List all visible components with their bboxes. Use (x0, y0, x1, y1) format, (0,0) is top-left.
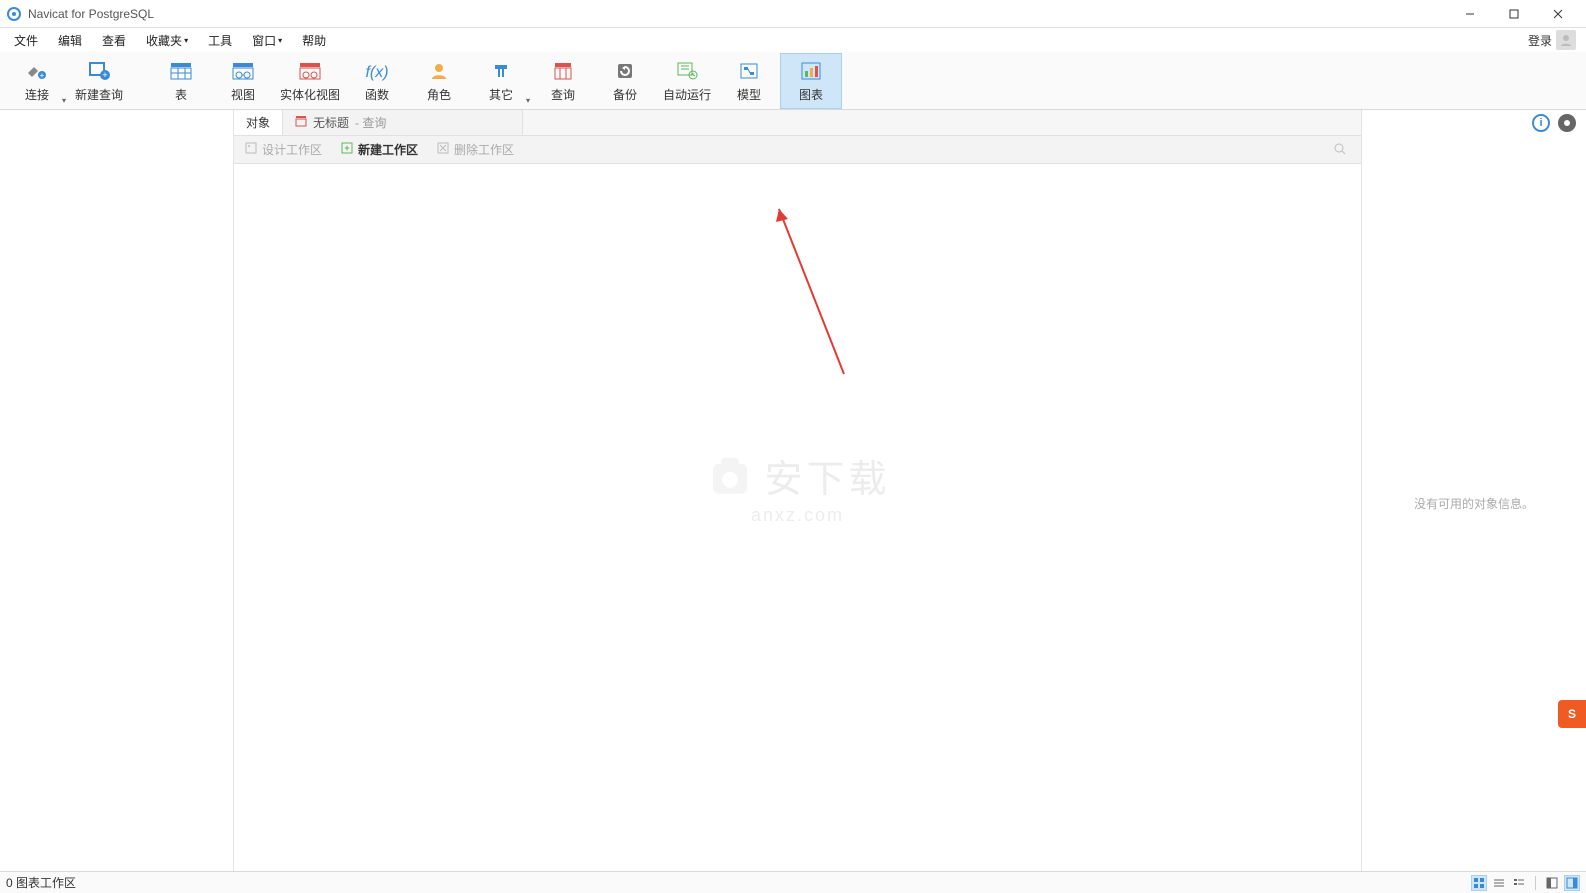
design-icon (244, 141, 258, 158)
toolbar-function[interactable]: f(x) 函数 (346, 53, 408, 109)
toolbar-connect[interactable]: + 连接 ▾ (6, 53, 68, 109)
avatar-icon (1556, 30, 1576, 50)
query-tab-icon (295, 115, 307, 130)
workspace-content: 安下载 anxz.com (234, 164, 1361, 871)
table-icon (167, 58, 195, 84)
backup-icon (611, 58, 639, 84)
view-grid-icon[interactable] (1471, 875, 1487, 891)
toolbar-chart[interactable]: 图表 (780, 53, 842, 109)
login-label: 登录 (1528, 32, 1552, 49)
tabs-row: 对象 无标题 - 查询 (234, 110, 1361, 136)
query-icon (549, 58, 577, 84)
autorun-icon (673, 58, 701, 84)
tab-untitled-query[interactable]: 无标题 - 查询 (283, 110, 523, 135)
design-workspace-button[interactable]: 设计工作区 (240, 139, 326, 160)
menu-favorites[interactable]: 收藏夹▾ (136, 29, 198, 52)
statusbar-view-icons (1471, 875, 1580, 891)
menu-file[interactable]: 文件 (4, 29, 48, 52)
toolbar-query[interactable]: 查询 (532, 53, 594, 109)
center-panel: 对象 无标题 - 查询 设计工作区 + 新建工作区 删除工作区 (234, 110, 1362, 871)
menu-window[interactable]: 窗口▾ (242, 29, 292, 52)
workspace-toolbar: 设计工作区 + 新建工作区 删除工作区 (234, 136, 1361, 164)
toolbar-table[interactable]: 表 (150, 53, 212, 109)
role-icon (425, 58, 453, 84)
other-icon (487, 58, 515, 84)
toolbar-role[interactable]: 角色 (408, 53, 470, 109)
svg-text:+: + (344, 143, 349, 153)
svg-text:f(x): f(x) (365, 64, 388, 81)
chevron-down-icon: ▾ (526, 96, 530, 105)
menu-tools[interactable]: 工具 (198, 29, 242, 52)
view-icon (229, 58, 257, 84)
toolbar-backup[interactable]: 备份 (594, 53, 656, 109)
info-sidebar-header: i (1362, 110, 1586, 136)
delete-icon (436, 141, 450, 158)
menu-edit[interactable]: 编辑 (48, 29, 92, 52)
connections-sidebar[interactable] (0, 110, 234, 871)
view-detail-icon[interactable] (1511, 875, 1527, 891)
toolbar-autorun[interactable]: 自动运行 (656, 53, 718, 109)
toolbar-view[interactable]: 视图 (212, 53, 274, 109)
svg-text:+: + (102, 70, 107, 80)
new-query-icon: + (85, 58, 113, 84)
chart-icon (797, 58, 825, 84)
new-workspace-icon: + (340, 141, 354, 158)
preview-icon[interactable] (1558, 114, 1576, 132)
tab-objects[interactable]: 对象 (234, 110, 283, 135)
maximize-button[interactable] (1492, 0, 1536, 28)
window-controls (1448, 0, 1580, 28)
chevron-down-icon: ▾ (62, 96, 66, 105)
minimize-button[interactable] (1448, 0, 1492, 28)
menu-help[interactable]: 帮助 (292, 29, 336, 52)
app-icon (6, 6, 22, 22)
status-text: 0 图表工作区 (6, 874, 76, 891)
toolbar-materialized-view[interactable]: 实体化视图 (274, 53, 346, 109)
info-empty-text: 没有可用的对象信息。 (1414, 495, 1534, 512)
info-icon[interactable]: i (1532, 114, 1550, 132)
plug-icon: + (23, 58, 51, 84)
ime-indicator[interactable]: S (1558, 700, 1586, 728)
toolbar-other[interactable]: 其它 ▾ (470, 53, 532, 109)
model-icon (735, 58, 763, 84)
app-title: Navicat for PostgreSQL (28, 7, 1448, 21)
menu-view[interactable]: 查看 (92, 29, 136, 52)
mat-view-icon (296, 58, 324, 84)
watermark: 安下载 anxz.com (704, 447, 890, 525)
body: 对象 无标题 - 查询 设计工作区 + 新建工作区 删除工作区 (0, 110, 1586, 871)
close-button[interactable] (1536, 0, 1580, 28)
titlebar: Navicat for PostgreSQL (0, 0, 1586, 28)
info-sidebar: i 没有可用的对象信息。 (1362, 110, 1586, 871)
login-button[interactable]: 登录 (1528, 30, 1582, 50)
fx-icon: f(x) (363, 58, 391, 84)
panel-left-icon[interactable] (1544, 875, 1560, 891)
menubar: 文件 编辑 查看 收藏夹▾ 工具 窗口▾ 帮助 登录 (0, 28, 1586, 52)
toolbar-model[interactable]: 模型 (718, 53, 780, 109)
statusbar: 0 图表工作区 (0, 871, 1586, 893)
annotation-arrow-icon (774, 204, 864, 384)
toolbar-new-query[interactable]: + 新建查询 (68, 53, 130, 109)
delete-workspace-button[interactable]: 删除工作区 (432, 139, 518, 160)
info-sidebar-body: 没有可用的对象信息。 (1362, 136, 1586, 871)
new-workspace-button[interactable]: + 新建工作区 (336, 139, 422, 160)
svg-text:+: + (40, 71, 45, 80)
search-icon[interactable] (1333, 142, 1349, 158)
main-toolbar: + 连接 ▾ + 新建查询 表 视图 实体化视图 f(x) 函数 角色 其它 ▾… (0, 52, 1586, 110)
panel-right-icon[interactable] (1564, 875, 1580, 891)
view-list-icon[interactable] (1491, 875, 1507, 891)
